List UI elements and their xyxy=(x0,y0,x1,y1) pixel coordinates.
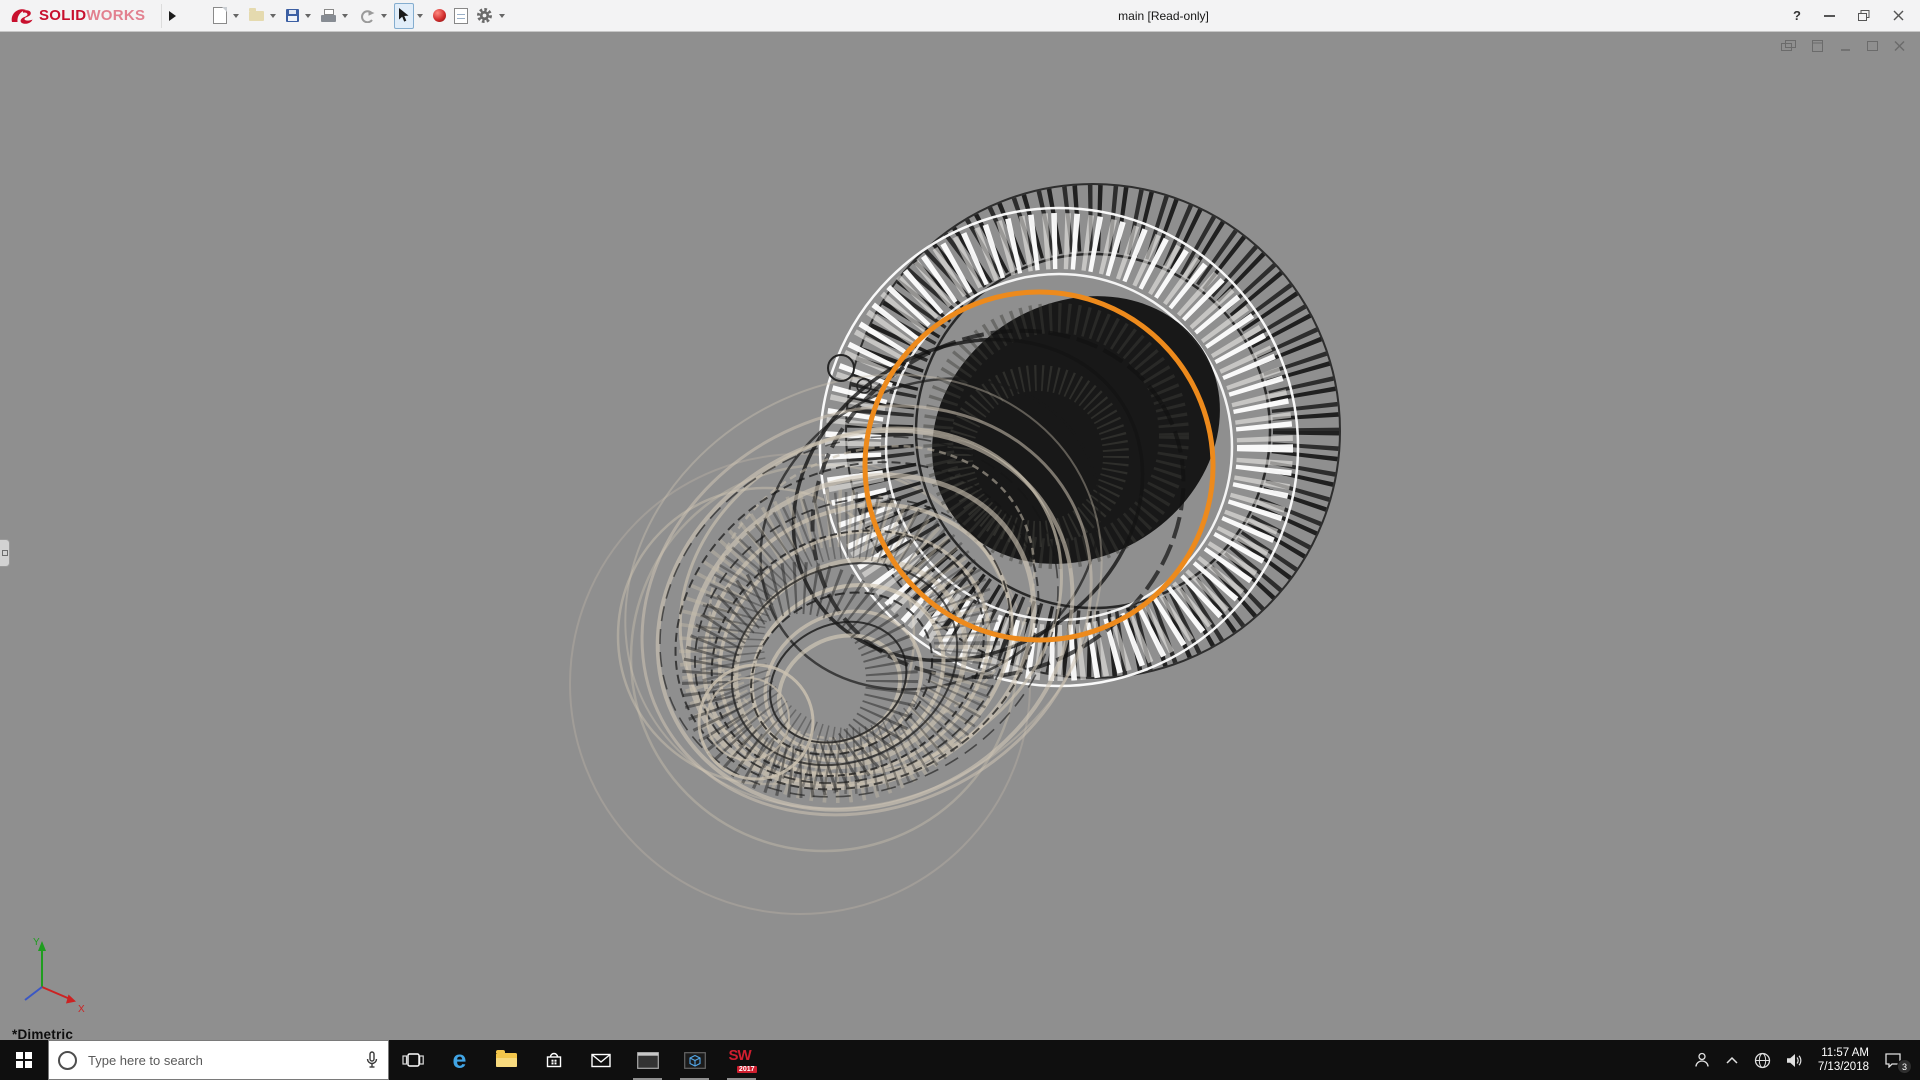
document-restore-icon[interactable] xyxy=(1810,40,1825,52)
microphone-icon[interactable] xyxy=(365,1051,379,1069)
3d-viewer-button[interactable] xyxy=(671,1040,718,1080)
edge-icon: e xyxy=(452,1045,467,1074)
appearance-sphere-icon xyxy=(433,9,447,22)
save-icon xyxy=(286,9,300,22)
mail-button[interactable] xyxy=(577,1040,624,1080)
axis-y-label: Y xyxy=(33,937,40,948)
publish-icon xyxy=(249,7,265,21)
clock-time: 11:57 AM xyxy=(1821,1047,1869,1059)
solidworks-2017-icon: SW 2017 xyxy=(728,1047,757,1073)
options-gear-icon xyxy=(477,8,493,23)
3d-viewer-icon xyxy=(683,1051,706,1069)
system-tray: 11:57 AM 7/13/2018 3 xyxy=(1694,1040,1920,1080)
toolbar-flyout-button[interactable] xyxy=(161,3,182,28)
clock-date: 7/13/2018 xyxy=(1817,1061,1869,1073)
command-prompt-button[interactable] xyxy=(624,1040,671,1080)
graphics-viewport[interactable]: X Y *Dimetric xyxy=(0,32,1920,1040)
appearance-button[interactable] xyxy=(430,4,449,28)
design-binder-button[interactable] xyxy=(451,4,471,28)
design-binder-icon xyxy=(454,7,469,24)
select-cursor-icon xyxy=(399,8,409,22)
file-explorer-button[interactable] xyxy=(483,1040,530,1080)
solidworks-app-button[interactable]: SW 2017 xyxy=(718,1040,765,1080)
window-controls: ? xyxy=(1793,8,1904,23)
undo-button[interactable] xyxy=(355,4,378,28)
view-orientation-label: *Dimetric xyxy=(12,1027,74,1040)
save-caret[interactable] xyxy=(305,13,312,18)
people-icon[interactable] xyxy=(1694,1052,1710,1068)
document-title: main [Read-only] xyxy=(1118,8,1209,23)
command-prompt-icon xyxy=(636,1051,659,1069)
notification-badge: 3 xyxy=(1897,1059,1912,1074)
ds-logo-icon xyxy=(11,8,33,24)
action-center-button[interactable]: 3 xyxy=(1884,1052,1912,1074)
options-button[interactable] xyxy=(473,4,496,28)
logo-text: SOLIDWORKS xyxy=(39,6,146,24)
mail-envelope-icon xyxy=(590,1053,611,1067)
store-bag-icon xyxy=(546,1052,561,1068)
file-explorer-icon xyxy=(496,1050,517,1067)
restore-button[interactable] xyxy=(1858,10,1870,21)
print-caret[interactable] xyxy=(342,13,349,18)
minimize-button[interactable] xyxy=(1824,14,1835,17)
document-maximize-icon[interactable] xyxy=(1866,40,1879,52)
network-icon[interactable] xyxy=(1754,1052,1771,1069)
document-minimize-icon[interactable] xyxy=(1839,40,1852,52)
start-button[interactable] xyxy=(0,1040,48,1080)
publish-caret[interactable] xyxy=(270,13,277,18)
titlebar: SOLIDWORKS main [Read-only] ? xyxy=(0,0,1920,32)
options-caret[interactable] xyxy=(499,13,506,18)
publish-button[interactable] xyxy=(246,4,267,28)
select-tool-caret[interactable] xyxy=(417,13,424,18)
new-document-caret[interactable] xyxy=(233,13,240,18)
taskbar-clock[interactable]: 11:57 AM 7/13/2018 xyxy=(1818,1046,1869,1074)
new-document-icon xyxy=(213,7,228,24)
document-window-controls xyxy=(1781,40,1906,52)
quick-access-toolbar xyxy=(210,2,510,29)
volume-icon[interactable] xyxy=(1786,1053,1803,1068)
document-close-icon[interactable] xyxy=(1893,40,1906,52)
store-button[interactable] xyxy=(530,1040,577,1080)
windows-logo-icon xyxy=(16,1052,32,1068)
search-input[interactable] xyxy=(86,1051,356,1069)
taskbar-search[interactable] xyxy=(48,1040,389,1080)
solidworks-logo: SOLIDWORKS xyxy=(10,7,145,25)
windows-taskbar: e xyxy=(0,1040,1920,1080)
task-view-button[interactable] xyxy=(389,1040,436,1080)
print-button[interactable] xyxy=(318,4,339,28)
cascade-windows-icon[interactable] xyxy=(1781,40,1796,52)
edge-browser-button[interactable]: e xyxy=(436,1040,483,1080)
solidworks-window: SOLIDWORKS main [Read-only] ? X Y *Dimet… xyxy=(0,0,1920,1080)
turbine-wireframe-model[interactable]: X Y xyxy=(0,32,1920,1040)
tray-chevron-up-icon[interactable] xyxy=(1725,1056,1739,1065)
help-button[interactable]: ? xyxy=(1793,8,1801,23)
undo-caret[interactable] xyxy=(381,13,388,18)
flyout-arrow-icon xyxy=(168,10,176,21)
collapsed-panel-tab[interactable] xyxy=(0,539,10,567)
axis-x-label: X xyxy=(78,1004,85,1015)
print-icon xyxy=(321,9,337,22)
select-tool-button[interactable] xyxy=(394,2,415,29)
save-button[interactable] xyxy=(283,4,302,28)
undo-icon xyxy=(361,10,375,23)
orientation-triad: X Y xyxy=(24,937,85,1015)
cortana-icon xyxy=(58,1050,77,1070)
new-document-button[interactable] xyxy=(210,4,230,28)
task-view-icon xyxy=(401,1053,424,1067)
close-button[interactable] xyxy=(1893,10,1904,21)
